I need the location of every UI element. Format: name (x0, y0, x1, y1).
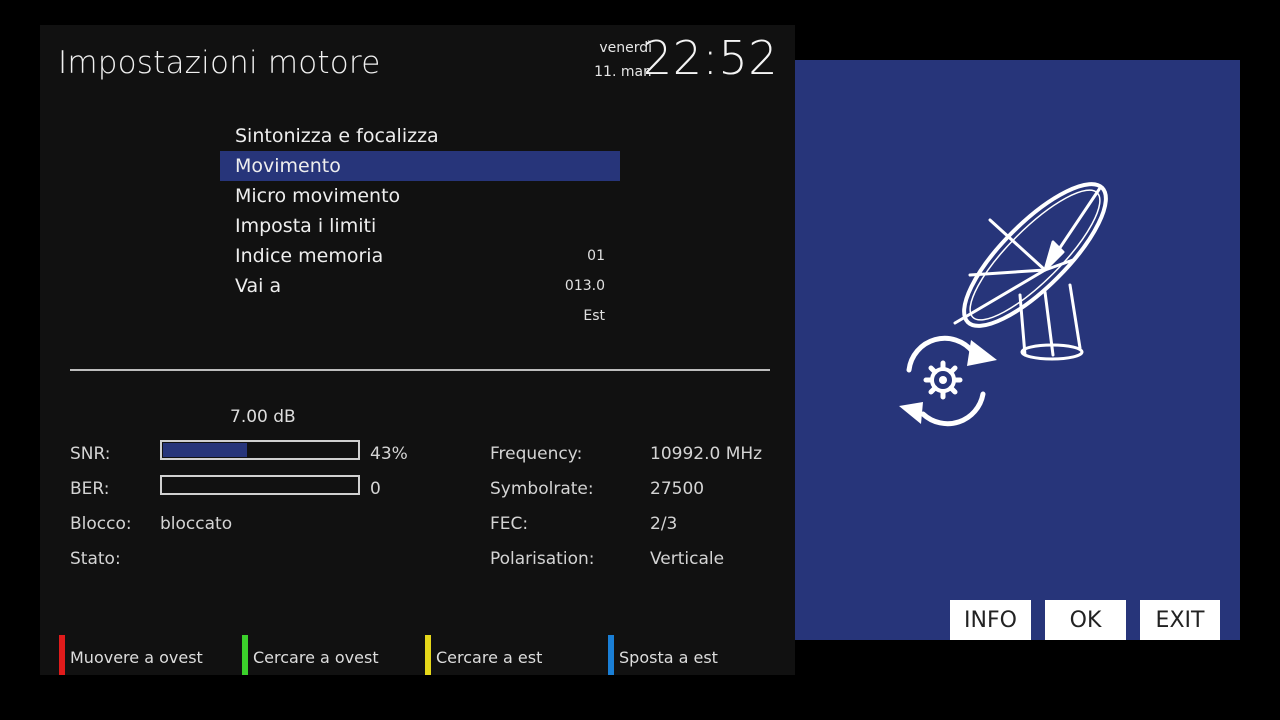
menu-item-label: Movimento (235, 155, 341, 177)
snr-label: SNR: (70, 444, 111, 464)
fec-value: 2/3 (650, 514, 678, 534)
menu-item-memory-index[interactable]: Indice memoria 01 (220, 241, 620, 271)
goto-direction: Est (220, 301, 620, 331)
settings-menu: Sintonizza e focalizza Movimento Micro m… (220, 121, 620, 301)
menu-item-movement[interactable]: Movimento (220, 151, 620, 181)
menu-item-label: Sintonizza e focalizza (235, 125, 439, 147)
ber-value: 0 (370, 479, 381, 499)
blue-key-move-east[interactable]: Sposta a est (608, 635, 718, 675)
ok-button[interactable]: OK (1045, 600, 1126, 640)
red-key-move-west[interactable]: Muovere a ovest (59, 635, 203, 675)
color-key-bar: Muovere a ovest Cercare a ovest Cercare … (40, 632, 795, 675)
ber-label: BER: (70, 479, 110, 499)
yellow-key-color (425, 635, 431, 675)
divider (70, 369, 770, 371)
state-label: Stato: (70, 549, 121, 569)
lock-label: Blocco: (70, 514, 132, 534)
info-button[interactable]: INFO (950, 600, 1031, 640)
green-key-label: Cercare a ovest (253, 648, 379, 667)
menu-item-set-limits[interactable]: Imposta i limiti (220, 211, 620, 241)
blue-key-label: Sposta a est (619, 648, 718, 667)
green-key-color (242, 635, 248, 675)
blue-key-color (608, 635, 614, 675)
menu-item-label: Imposta i limiti (235, 215, 377, 237)
symbolrate-label: Symbolrate: (490, 479, 594, 499)
side-panel: INFO OK EXIT (795, 60, 1240, 640)
yellow-key-search-east[interactable]: Cercare a est (425, 635, 542, 675)
menu-item-tune-focus[interactable]: Sintonizza e focalizza (220, 121, 620, 151)
menu-item-micro-movement[interactable]: Micro movimento (220, 181, 620, 211)
lock-value: bloccato (160, 514, 233, 534)
main-panel: Impostazioni motore venerdì 11. mar. 22:… (40, 25, 795, 675)
fec-label: FEC: (490, 514, 529, 534)
menu-item-label: Indice memoria (235, 245, 384, 267)
snr-db-value: 7.00 dB (230, 407, 296, 427)
ber-bar (160, 475, 360, 495)
menu-item-goto[interactable]: Vai a 013.0 (220, 271, 620, 301)
red-key-label: Muovere a ovest (70, 648, 203, 667)
goto-direction-value: Est (583, 308, 605, 324)
yellow-key-label: Cercare a est (436, 648, 543, 667)
satellite-dish-motor-icon (895, 180, 1145, 434)
frequency-value: 10992.0 MHz (650, 444, 763, 464)
menu-item-label: Micro movimento (235, 185, 401, 207)
snr-bar (160, 440, 360, 460)
polarisation-label: Polarisation: (490, 549, 595, 569)
clock: 22:52 (642, 31, 778, 85)
exit-button[interactable]: EXIT (1140, 600, 1220, 640)
snr-bar-fill (163, 443, 248, 457)
symbolrate-value: 27500 (650, 479, 705, 499)
red-key-color (59, 635, 65, 675)
menu-item-label: Vai a (235, 275, 282, 297)
memory-index-value: 01 (587, 248, 605, 264)
snr-percent: 43% (370, 444, 408, 464)
green-key-search-west[interactable]: Cercare a ovest (242, 635, 379, 675)
goto-value: 013.0 (564, 278, 605, 294)
page-title: Impostazioni motore (58, 45, 381, 81)
polarisation-value: Verticale (650, 549, 725, 569)
frequency-label: Frequency: (490, 444, 583, 464)
